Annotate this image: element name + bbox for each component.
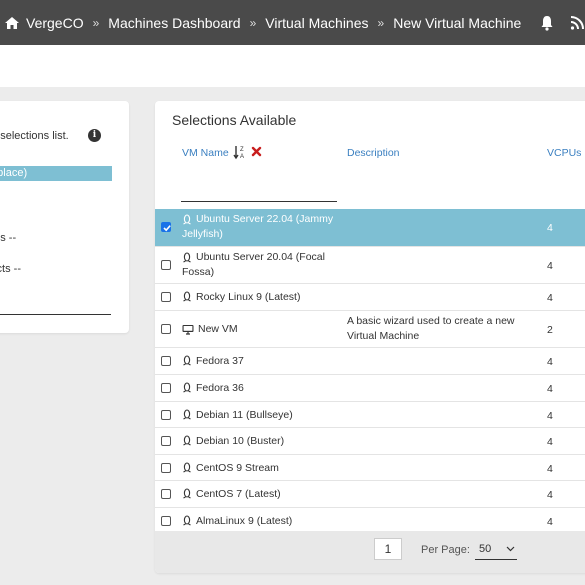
vm-name: CentOS 7 (Latest)	[196, 488, 281, 500]
breadcrumb-separator: »	[92, 15, 100, 30]
vm-list: Ubuntu Server 22.04 (Jammy Jellyfish) 4 …	[155, 209, 585, 533]
vm-vcpus: 4	[547, 383, 553, 395]
vm-name: Rocky Linux 9 (Latest)	[196, 291, 301, 303]
row-checkbox[interactable]	[161, 489, 171, 499]
vm-vcpus: 4	[547, 516, 553, 528]
breadcrumb-separator: »	[249, 15, 257, 30]
row-checkbox[interactable]	[161, 260, 171, 270]
table-row[interactable]: Ubuntu Server 22.04 (Jammy Jellyfish) 4	[155, 209, 585, 246]
row-checkbox[interactable]	[161, 383, 171, 393]
vm-vcpus: 4	[547, 410, 553, 422]
breadcrumb-new-virtual-machine: New Virtual Machine	[393, 14, 522, 31]
vm-vcpus: 4	[547, 436, 553, 448]
left-panel-hint: te selections list.	[0, 130, 69, 142]
vm-vcpus: 4	[547, 463, 553, 475]
row-checkbox[interactable]	[161, 463, 171, 473]
row-checkbox[interactable]	[161, 410, 171, 420]
selections-panel: Selections Available VM Name Z A Descrip…	[155, 101, 585, 573]
svg-text:Z: Z	[240, 147, 244, 153]
table-row[interactable]: Ubuntu Server 20.04 (Focal Fossa) 4	[155, 246, 585, 283]
left-panel: te selections list. i ) etplace) o) ges …	[0, 101, 129, 333]
column-header-vm-name[interactable]: VM Name	[182, 147, 229, 159]
sub-header	[0, 45, 585, 87]
vm-name: Ubuntu Server 20.04 (Focal Fossa)	[182, 251, 325, 278]
left-panel-selected-item[interactable]: etplace)	[0, 166, 112, 181]
home-icon[interactable]	[4, 16, 20, 30]
table-row[interactable]: Debian 11 (Bullseye) 4	[155, 401, 585, 427]
per-page-select[interactable]: 50	[475, 538, 517, 560]
vm-name: Ubuntu Server 22.04 (Jammy Jellyfish)	[182, 213, 334, 240]
vm-name: AlmaLinux 9 (Latest)	[196, 515, 293, 527]
table-row[interactable]: Fedora 36 4	[155, 374, 585, 401]
breadcrumb-home[interactable]: VergeCO	[26, 15, 84, 31]
pagination-footer: 1 Per Page: 50	[155, 531, 585, 573]
table-row[interactable]: Fedora 37 4	[155, 347, 585, 374]
top-nav-bar: VergeCO » Machines Dashboard » Virtual M…	[0, 0, 585, 45]
column-header-description[interactable]: Description	[347, 147, 400, 159]
per-page-label: Per Page:	[421, 544, 470, 556]
table-row[interactable]: New VM A basic wizard used to create a n…	[155, 310, 585, 347]
breadcrumb: VergeCO » Machines Dashboard » Virtual M…	[4, 0, 521, 45]
vm-name: Fedora 36	[196, 382, 244, 394]
left-panel-item[interactable]: jects --	[0, 263, 21, 275]
vm-vcpus: 4	[547, 222, 553, 234]
breadcrumb-virtual-machines[interactable]: Virtual Machines	[265, 15, 368, 31]
row-checkbox[interactable]	[161, 516, 171, 526]
breadcrumb-separator: »	[377, 15, 385, 30]
vm-vcpus: 4	[547, 356, 553, 368]
table-row[interactable]: AlmaLinux 9 (Latest) 4	[155, 507, 585, 533]
clear-filter-icon[interactable]	[251, 146, 262, 157]
vm-name: Debian 10 (Buster)	[196, 435, 285, 447]
name-filter-input[interactable]	[181, 201, 337, 202]
row-checkbox[interactable]	[161, 292, 171, 302]
table-row[interactable]: CentOS 9 Stream 4	[155, 454, 585, 480]
row-checkbox[interactable]	[161, 436, 171, 446]
bell-icon[interactable]	[540, 15, 554, 31]
row-checkbox[interactable]	[161, 324, 171, 334]
vm-name: New VM	[198, 323, 238, 335]
info-icon[interactable]: i	[88, 129, 101, 142]
rss-icon[interactable]	[570, 15, 584, 31]
vm-description: A basic wizard used to create a new Virt…	[347, 315, 515, 342]
page-number-button[interactable]: 1	[374, 538, 402, 560]
left-panel-item[interactable]: ges --	[0, 232, 16, 244]
row-checkbox[interactable]	[161, 222, 171, 232]
table-row[interactable]: Debian 10 (Buster) 4	[155, 427, 585, 454]
vm-name: Fedora 37	[196, 355, 244, 367]
panel-title: Selections Available	[172, 112, 297, 128]
left-panel-input-underline[interactable]	[0, 314, 111, 315]
vm-vcpus: 4	[547, 489, 553, 501]
column-header-vcpus[interactable]: VCPUs	[547, 147, 581, 159]
vm-name: CentOS 9 Stream	[196, 462, 279, 474]
row-checkbox[interactable]	[161, 356, 171, 366]
vm-vcpus: 4	[547, 260, 553, 272]
vm-vcpus: 2	[547, 324, 553, 336]
monitor-icon	[182, 325, 194, 335]
table-row[interactable]: CentOS 7 (Latest) 4	[155, 480, 585, 507]
svg-text:A: A	[240, 154, 244, 160]
per-page-value: 50	[479, 543, 492, 555]
vm-name: Debian 11 (Bullseye)	[196, 409, 293, 421]
vm-vcpus: 4	[547, 292, 553, 304]
left-panel-item-label: etplace)	[0, 167, 28, 179]
table-row[interactable]: Rocky Linux 9 (Latest) 4	[155, 283, 585, 310]
breadcrumb-machines-dashboard[interactable]: Machines Dashboard	[108, 15, 240, 31]
sort-alpha-icon[interactable]: Z A	[233, 144, 247, 160]
chevron-down-icon	[506, 546, 515, 552]
